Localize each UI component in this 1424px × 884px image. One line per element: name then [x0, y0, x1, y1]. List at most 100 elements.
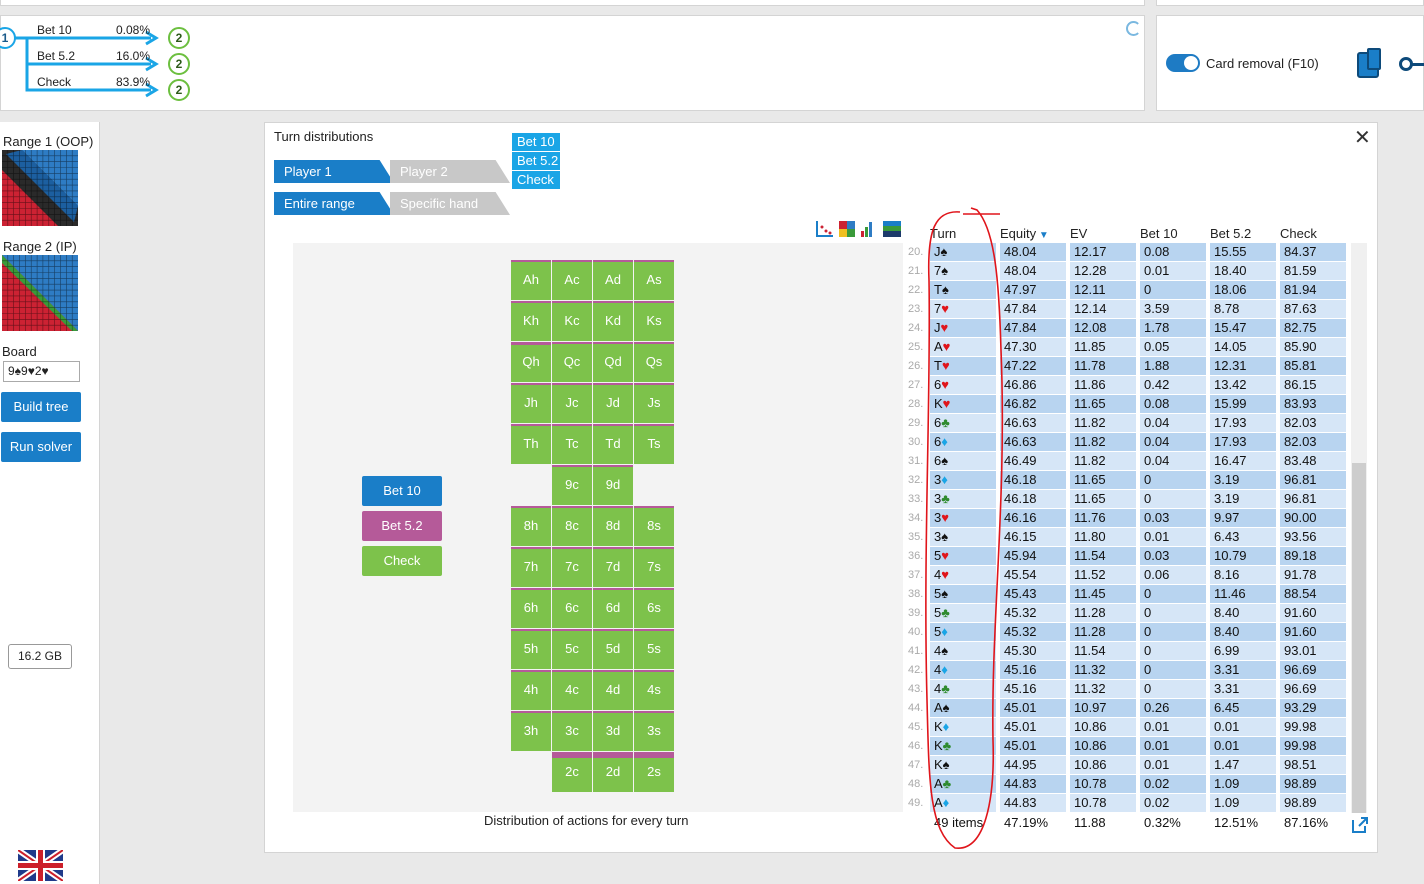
cell-bet52: 1.47 [1210, 756, 1276, 774]
turn-card[interactable]: 3h [511, 711, 551, 751]
bet52-fill [511, 301, 551, 303]
turn-card[interactable]: Qd [593, 342, 633, 382]
turn-card[interactable]: 3d [593, 711, 633, 751]
copy-window-icon[interactable] [1357, 48, 1381, 78]
scrollbar-thumb[interactable] [1352, 463, 1366, 813]
turn-card[interactable]: 7d [593, 547, 633, 587]
turn-card[interactable]: 9d [593, 465, 633, 505]
turn-card[interactable]: 8c [552, 506, 592, 546]
turn-card[interactable]: As [634, 260, 674, 300]
table-scrollbar[interactable] [1351, 243, 1367, 813]
turn-card[interactable]: Kc [552, 301, 592, 341]
turn-card[interactable]: 6c [552, 588, 592, 628]
turn-card[interactable]: 2s [634, 752, 674, 792]
child-node-check[interactable]: 2 [168, 79, 190, 101]
turn-card[interactable]: 7h [511, 547, 551, 587]
bet52-fill [552, 465, 592, 467]
turn-card[interactable]: 8h [511, 506, 551, 546]
turn-card[interactable]: 4d [593, 670, 633, 710]
turn-card[interactable]: 6d [593, 588, 633, 628]
turn-card[interactable]: 8s [634, 506, 674, 546]
turn-card[interactable]: 5d [593, 629, 633, 669]
tab-player1[interactable]: Player 1 [274, 160, 394, 183]
cell-bet10: 0 [1140, 490, 1206, 508]
uk-flag-icon[interactable] [18, 850, 63, 881]
legend-tag-check[interactable]: Check [512, 171, 560, 189]
bet52-fill [634, 670, 674, 672]
turn-card-label: 7c [565, 559, 579, 574]
turn-card[interactable]: Ac [552, 260, 592, 300]
turn-card[interactable]: 7s [634, 547, 674, 587]
tab-player2[interactable]: Player 2 [390, 160, 510, 183]
cell-check: 87.63 [1280, 300, 1346, 318]
turn-card[interactable]: 2d [593, 752, 633, 792]
legend-tag-bet52[interactable]: Bet 5.2 [512, 152, 560, 170]
turn-card[interactable]: 5s [634, 629, 674, 669]
run-solver-button[interactable]: Run solver [1, 432, 81, 462]
popout-icon[interactable] [1350, 815, 1370, 835]
turn-card[interactable]: Qc [552, 342, 592, 382]
child-node-bet10[interactable]: 2 [168, 27, 190, 49]
turn-card[interactable]: Ah [511, 260, 551, 300]
cell-bet10: 0.01 [1140, 756, 1206, 774]
turn-card[interactable]: 4c [552, 670, 592, 710]
tab-entire-range[interactable]: Entire range [274, 192, 394, 215]
bet52-fill [634, 752, 674, 758]
turn-card[interactable]: 5c [552, 629, 592, 669]
bet52-fill [634, 547, 674, 549]
turn-card[interactable]: Qh [511, 342, 551, 382]
turn-card[interactable]: Td [593, 424, 633, 464]
turn-card[interactable]: 6s [634, 588, 674, 628]
turn-card[interactable]: Qs [634, 342, 674, 382]
turn-card[interactable]: 3c [552, 711, 592, 751]
cell-bet52: 3.19 [1210, 490, 1276, 508]
turn-card[interactable]: Kh [511, 301, 551, 341]
footer-bet52: 12.51% [1214, 815, 1259, 830]
legend-button-bet52[interactable]: Bet 5.2 [362, 511, 442, 541]
range1-grid[interactable] [2, 150, 78, 226]
turn-card[interactable]: 4s [634, 670, 674, 710]
turn-card[interactable]: Ks [634, 301, 674, 341]
col-header-bet10[interactable]: Bet 10 [1140, 226, 1178, 241]
turn-card[interactable]: Js [634, 383, 674, 423]
turn-card[interactable]: Tc [552, 424, 592, 464]
turn-card-label: 4h [523, 682, 539, 697]
turn-card[interactable]: Kd [593, 301, 633, 341]
turn-card-label: Ks [646, 313, 662, 328]
board-input[interactable]: 9♠9♥2♥ [3, 361, 80, 382]
col-header-bet52[interactable]: Bet 5.2 [1210, 226, 1251, 241]
turn-card-label: 2d [605, 764, 621, 779]
range2-grid[interactable] [2, 255, 78, 331]
legend-button-bet10[interactable]: Bet 10 [362, 476, 442, 506]
cell-ev: 10.78 [1070, 794, 1136, 812]
tab-specific-hand[interactable]: Specific hand [390, 192, 510, 215]
turn-card[interactable]: Ad [593, 260, 633, 300]
turn-card[interactable]: 6h [511, 588, 551, 628]
legend-button-check[interactable]: Check [362, 546, 442, 576]
turn-card[interactable]: 8d [593, 506, 633, 546]
turn-card[interactable]: 3s [634, 711, 674, 751]
legend-tag-bet10[interactable]: Bet 10 [512, 133, 560, 151]
chart-type-toolbar [816, 221, 901, 237]
card-removal-toggle[interactable] [1166, 54, 1200, 72]
turn-card[interactable]: 9c [552, 465, 592, 505]
turn-card[interactable]: Ts [634, 424, 674, 464]
close-icon[interactable]: ✕ [1354, 125, 1371, 150]
turn-card[interactable]: Jh [511, 383, 551, 423]
tree-node-icon[interactable] [1399, 57, 1413, 71]
col-header-check[interactable]: Check [1280, 226, 1317, 241]
col-header-ev[interactable]: EV [1070, 226, 1087, 241]
turn-card[interactable]: 4h [511, 670, 551, 710]
turn-card[interactable]: Th [511, 424, 551, 464]
cell-bet10: 0.01 [1140, 528, 1206, 546]
turn-card[interactable]: Jc [552, 383, 592, 423]
turn-card-label: 4s [647, 682, 661, 697]
cell-check: 98.51 [1280, 756, 1346, 774]
loading-spinner-icon [1126, 21, 1141, 36]
turn-card[interactable]: 7c [552, 547, 592, 587]
child-node-bet52[interactable]: 2 [168, 53, 190, 75]
turn-card[interactable]: Jd [593, 383, 633, 423]
turn-card[interactable]: 2c [552, 752, 592, 792]
build-tree-button[interactable]: Build tree [1, 392, 81, 422]
turn-card[interactable]: 5h [511, 629, 551, 669]
